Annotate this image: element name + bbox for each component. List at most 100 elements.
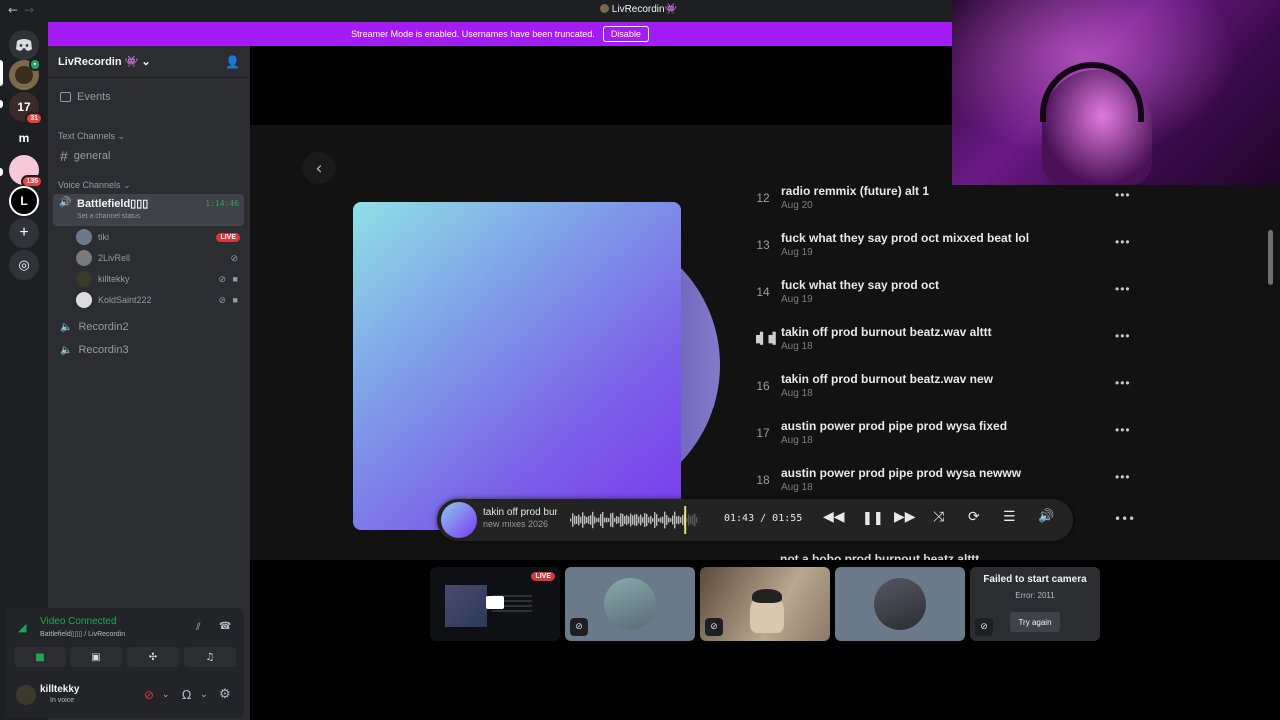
voice-user-killtekky[interactable]: killtekky ⊘ ■ xyxy=(76,269,240,289)
more-options-icon[interactable]: ••• xyxy=(1115,423,1131,437)
waveform-bar xyxy=(644,513,646,527)
track-list-scrollbar[interactable] xyxy=(1268,185,1275,558)
avatar xyxy=(76,250,92,266)
waveform-bar xyxy=(642,517,644,523)
track-row[interactable]: 16 takin off prod burnout beatz.wav new … xyxy=(755,372,1145,420)
avatar xyxy=(76,271,92,287)
rewind-icon[interactable]: ◀◀ xyxy=(823,509,845,525)
camera-error-title: Failed to start camera xyxy=(983,574,1087,585)
participant-tile-screen[interactable]: LIVE xyxy=(430,567,560,641)
mic-muted-icon: ⊘ xyxy=(230,252,240,263)
try-again-button[interactable]: Try again xyxy=(1010,612,1060,632)
waveform-bar xyxy=(582,512,584,528)
add-server-icon[interactable]: + xyxy=(9,218,39,248)
track-row[interactable]: 17 austin power prod pipe prod wysa fixe… xyxy=(755,419,1145,467)
waveform-bar xyxy=(618,517,620,523)
text-channels-category[interactable]: Text Channels ⌄ xyxy=(58,131,125,142)
more-options-icon[interactable]: ••• xyxy=(1115,376,1131,390)
server-header[interactable]: LivRecordin 👾 ⌄ 👤 xyxy=(48,46,250,78)
more-options-icon[interactable]: ••• xyxy=(1115,188,1131,202)
back-arrow-icon[interactable]: ← xyxy=(8,3,24,17)
settings-gear-icon[interactable]: ⚙ xyxy=(219,687,231,702)
track-row-playing[interactable]: ▮▍▮▍ takin off prod burnout beatz.wav al… xyxy=(755,325,1145,373)
signal-icon: ◢ xyxy=(18,621,27,634)
server-icon-l[interactable]: L xyxy=(9,186,39,216)
disconnect-icon[interactable]: ☎ xyxy=(219,621,231,632)
discord-home-icon[interactable] xyxy=(9,30,39,60)
invite-people-icon[interactable]: 👤 xyxy=(225,55,240,69)
server-icon-pink[interactable]: 135 xyxy=(9,155,43,188)
events-link[interactable]: Events xyxy=(60,91,244,103)
camera-button[interactable]: ■ xyxy=(14,647,66,667)
connection-status[interactable]: Video Connected xyxy=(40,616,117,627)
participant-tile-error[interactable]: Failed to start camera Error: 2011 Try a… xyxy=(970,567,1100,641)
more-options-icon[interactable]: ••• xyxy=(1115,470,1131,484)
chevron-down-icon[interactable]: ⌄ xyxy=(162,690,170,700)
connection-location[interactable]: Battlefield▯▯▯ / LivRecordin xyxy=(40,630,125,638)
scrollbar-thumb[interactable] xyxy=(1268,230,1273,285)
participant-tile-camera[interactable]: ⊘ xyxy=(700,567,830,641)
headphones-icon[interactable]: Ω xyxy=(182,688,191,702)
track-title: fuck what they say prod oct mixxed beat … xyxy=(781,231,1030,245)
streamer-mode-banner: Streamer Mode is enabled. Usernames have… xyxy=(48,22,952,46)
voice-connection-panel: ◢ Video Connected Battlefield▯▯▯ / LivRe… xyxy=(6,608,244,718)
voice-channel-battlefield[interactable]: 🔊 Battlefield▯▯▯ 1:14:46 Set a channel s… xyxy=(53,194,244,226)
voice-channel-recordin3[interactable]: 🔈 Recordin3 xyxy=(60,344,244,356)
playback-time: 01:43 / 01:55 xyxy=(724,513,803,524)
waveform-bar xyxy=(678,515,680,525)
waveform-bar xyxy=(590,515,592,525)
avatar[interactable] xyxy=(16,685,36,705)
speaker-icon: 🔊 xyxy=(59,197,72,208)
now-playing-thumbnail xyxy=(441,502,477,538)
pause-icon[interactable]: ❚❚ xyxy=(862,511,884,526)
events-label: Events xyxy=(77,91,111,103)
track-row[interactable]: 14 fuck what they say prod oct Aug 19 ••… xyxy=(755,278,1145,326)
channel-general[interactable]: # general xyxy=(60,148,244,164)
shuffle-icon[interactable]: ⤨ xyxy=(933,509,944,525)
channel-label: general xyxy=(73,150,111,162)
noise-suppression-icon[interactable]: ⫽ xyxy=(196,622,200,633)
more-options-icon[interactable]: ••• xyxy=(1115,282,1131,296)
waveform-bar xyxy=(576,515,578,525)
avatar xyxy=(874,578,926,630)
voice-channel-recordin2[interactable]: 🔈 Recordin2 xyxy=(60,321,244,333)
chevron-down-icon[interactable]: ⌄ xyxy=(200,690,208,700)
waveform-bar xyxy=(686,518,688,522)
more-options-icon[interactable]: ••• xyxy=(1115,329,1131,343)
activities-button[interactable]: ✣ xyxy=(127,647,179,667)
soundboard-button[interactable]: ♫ xyxy=(184,647,236,667)
back-button[interactable]: ‹ xyxy=(302,152,336,184)
more-options-icon[interactable]: ••• xyxy=(1114,512,1135,526)
screen-share-button[interactable]: ▣ xyxy=(70,647,122,667)
disable-streamer-mode-button[interactable]: Disable xyxy=(602,26,649,42)
server-icon-17[interactable]: 17 31 xyxy=(9,92,43,125)
server-icon-livrecordin[interactable]: ▪ xyxy=(9,58,41,90)
window-title-text: LivRecordin xyxy=(611,4,665,15)
waveform-bar xyxy=(668,517,670,523)
live-badge: LIVE xyxy=(531,572,555,581)
volume-icon[interactable]: 🔊 xyxy=(1038,509,1054,524)
waveform-bar xyxy=(596,518,598,522)
queue-icon[interactable]: ☰ xyxy=(1003,509,1016,525)
track-row[interactable]: 13 fuck what they say prod oct mixxed be… xyxy=(755,231,1145,279)
playhead[interactable] xyxy=(684,506,687,534)
mic-muted-icon[interactable]: ⊘ xyxy=(144,688,154,702)
voice-user-koldsaint[interactable]: KoldSaint222 ⊘ ■ xyxy=(76,290,240,310)
forward-arrow-icon[interactable]: → xyxy=(24,3,40,17)
waveform-bar xyxy=(662,516,664,524)
waveform-bar xyxy=(588,516,590,524)
participant-tile-tiki[interactable]: ⊘ xyxy=(565,567,695,641)
track-row[interactable]: 12 radio remmix (future) alt 1 Aug 20 ••… xyxy=(755,184,1145,232)
repeat-icon[interactable]: ⟳ xyxy=(968,509,980,525)
participant-tile-avatar[interactable] xyxy=(835,567,965,641)
more-options-icon[interactable]: ••• xyxy=(1115,235,1131,249)
waveform-seekbar[interactable] xyxy=(569,505,699,535)
elapsed-time: 01:43 xyxy=(724,513,755,524)
server-icon-m[interactable]: m xyxy=(9,123,39,153)
fast-forward-icon[interactable]: ▶▶ xyxy=(894,509,916,525)
voice-user-tiki[interactable]: tiki LIVE xyxy=(76,227,240,247)
channel-status-prompt[interactable]: Set a channel status xyxy=(77,213,140,220)
discover-compass-icon[interactable]: ◎ xyxy=(9,250,39,280)
voice-user-2livrell[interactable]: 2LivRell ⊘ xyxy=(76,248,240,268)
voice-channels-category[interactable]: Voice Channels ⌄ xyxy=(58,180,131,191)
